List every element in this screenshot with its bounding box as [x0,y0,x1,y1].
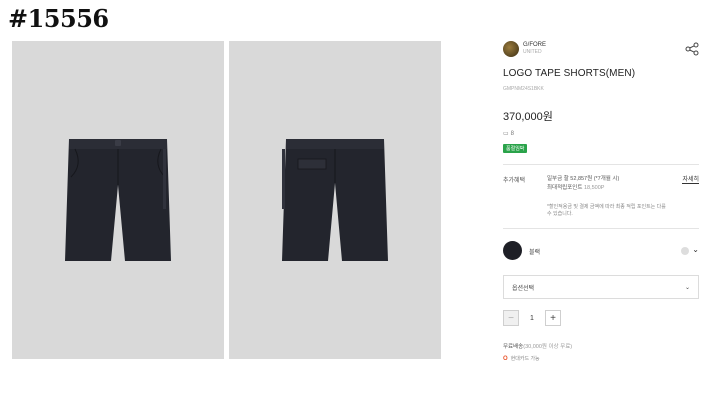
review-summary[interactable]: ▭ 8 [503,130,699,138]
status-badge: 품절임박 [503,144,528,153]
post-number: #15556 [8,4,109,33]
card-info: O 현대카드 가능 [503,355,540,363]
option-select[interactable]: 옵션선택 ⌄ [503,275,699,299]
product-info-panel: G/FORE UNITED LOGO TAPE SHORTS(MEN) GMPN… [503,40,699,362]
divider [503,228,699,229]
brand-logo-icon[interactable] [503,41,519,57]
shorts-back-illustration [282,139,388,261]
shipping-label: 무료배송 [503,344,524,350]
quantity-value: 1 [530,314,534,322]
benefit-details: 일부금 할 52,857원 (*7개월 시) 최대적립포인트 18,500P [547,175,667,193]
max-points-label: 최대적립포인트 [547,185,583,191]
quantity-stepper[interactable]: − 1 + [503,310,561,326]
quantity-decrease-button[interactable]: − [503,310,519,326]
product-image-front[interactable] [12,41,224,359]
card-info-label: 현대카드 가능 [510,356,540,362]
share-icon[interactable] [685,42,699,56]
review-count: 8 [510,130,515,137]
color-name: 블랙 [529,250,541,256]
chevron-down-icon: ⌄ [684,284,690,291]
product-title: LOGO TAPE SHORTS(MEN) [503,68,636,79]
benefit-detail-link[interactable]: 자세히 [682,174,699,184]
max-points-value: 18,500P [583,185,605,191]
max-points: 최대적립포인트 18,500P [547,184,667,193]
divider [503,164,699,165]
color-swatch[interactable] [503,241,522,260]
product-price: 370,000원 [503,111,553,123]
product-image-back[interactable] [229,41,441,359]
shipping-info: 무료배송(30,000원 이상 무료) [503,342,572,350]
shipping-condition: (30,000원 이상 무료) [523,344,573,350]
review-bubble-icon: ▭ [503,131,509,137]
benefit-label: 추가혜택 [503,178,526,184]
shorts-front-illustration [65,139,171,261]
product-code: GMPNM24S1BKK [503,86,544,92]
brand-subtitle: UNITED [523,49,542,55]
chevron-down-icon[interactable]: ⌄ [692,245,699,254]
benefit-note: *할인적용금 및 결제 금액에 따라 최종 적립 포인트는 다를 수 있습니다. [547,204,666,217]
brand-name[interactable]: G/FORE [523,42,546,49]
option-select-placeholder: 옵션선택 [512,285,535,292]
quantity-increase-button[interactable]: + [545,310,561,326]
color-option-dot[interactable] [681,247,689,255]
card-icon: O [503,355,508,362]
installment-info: 일부금 할 52,857원 (*7개월 시) [547,176,620,182]
brand-row[interactable]: G/FORE UNITED [503,40,699,58]
